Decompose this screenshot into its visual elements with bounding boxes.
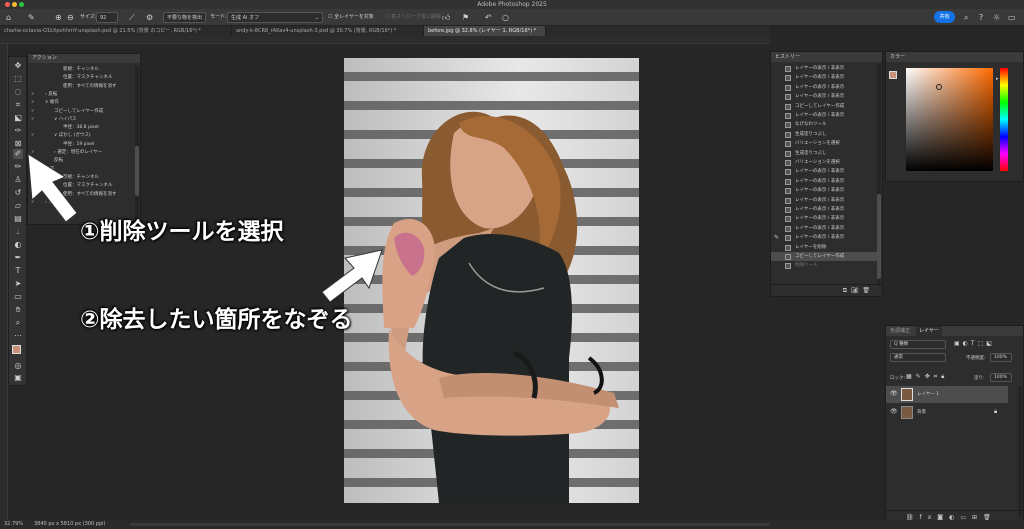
- annotation-step-2: ②除去したい箇所をなぞる: [80, 307, 353, 333]
- annotation-step-1: ①削除ツールを選択: [80, 219, 284, 245]
- annotation-arrows: [27, 153, 383, 303]
- zoom-level[interactable]: 32.79%: [4, 520, 23, 529]
- document-info: 3840 px x 5810 px (300 ppi): [34, 521, 106, 527]
- status-bar: 32.79% 3840 px x 5810 px (300 ppi): [0, 520, 1024, 529]
- horizontal-scrollbar[interactable]: [130, 523, 770, 526]
- arrow-to-tattoo: [321, 249, 383, 303]
- arrow-to-remove-tool: [27, 153, 78, 223]
